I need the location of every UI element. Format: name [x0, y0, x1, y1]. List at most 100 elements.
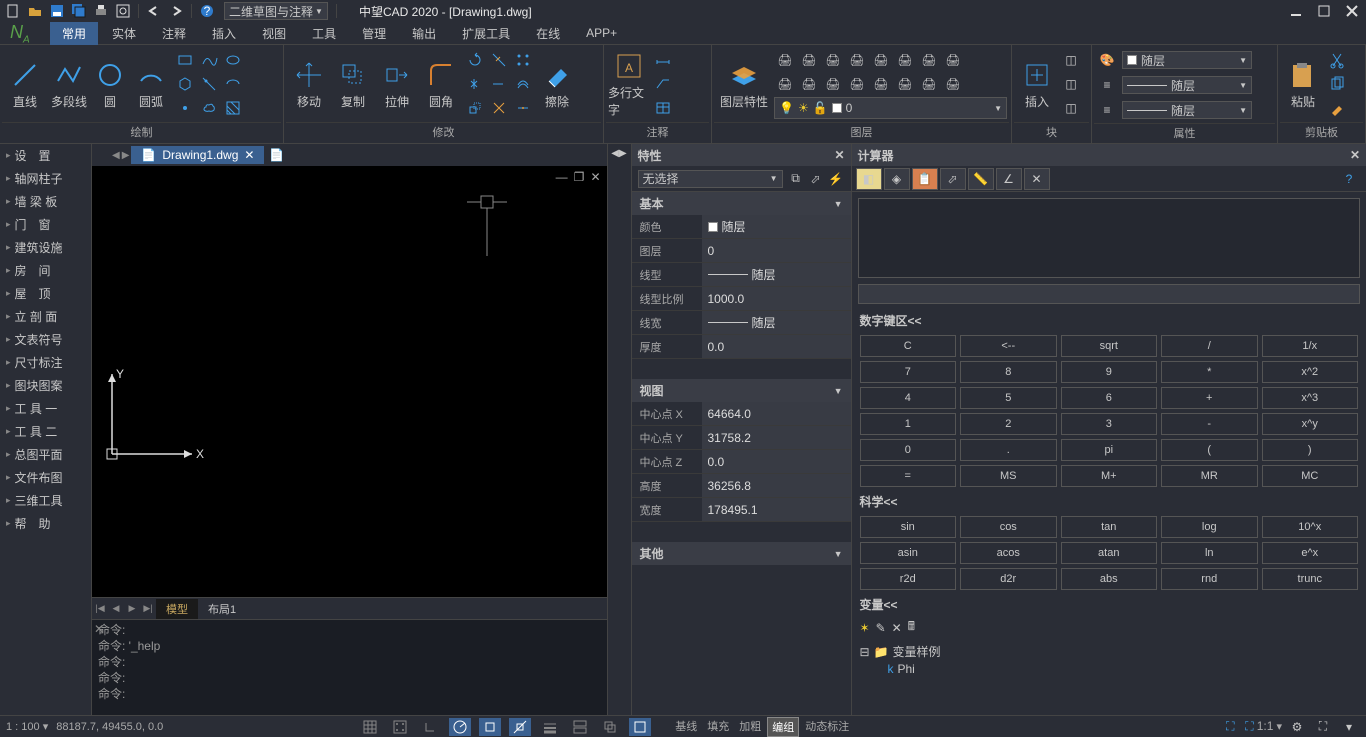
- menu-item-7[interactable]: 输出: [400, 22, 448, 45]
- trim-icon[interactable]: [488, 49, 510, 71]
- calc-key[interactable]: 5: [960, 387, 1057, 409]
- calc-getangle-icon[interactable]: ∠: [996, 168, 1022, 190]
- menu-item-0[interactable]: 常用: [50, 22, 98, 45]
- undo-icon[interactable]: [145, 2, 163, 20]
- open-icon[interactable]: [26, 2, 44, 20]
- customize-icon[interactable]: ▾: [1338, 718, 1360, 736]
- properties-nav-handle[interactable]: ◀▶: [607, 144, 631, 715]
- insert-block-button[interactable]: 插入: [1016, 49, 1058, 119]
- calc-sci-section[interactable]: 科学<<: [852, 491, 1366, 512]
- tab-close-icon[interactable]: ✕: [244, 148, 254, 162]
- layout-tab[interactable]: 模型: [156, 599, 198, 619]
- calc-key[interactable]: 3: [1061, 413, 1158, 435]
- leader-icon[interactable]: [652, 73, 674, 95]
- mdi-restore-icon[interactable]: ❐: [574, 170, 585, 184]
- calc-key[interactable]: 8: [960, 361, 1057, 383]
- create-block-icon[interactable]: ◫: [1060, 49, 1082, 71]
- join-icon[interactable]: [512, 97, 534, 119]
- left-panel-item[interactable]: 帮 助: [0, 512, 91, 535]
- mdi-minimize-icon[interactable]: —: [556, 170, 568, 184]
- layer-f-icon[interactable]: 🖨: [894, 73, 916, 95]
- calc-key[interactable]: 1: [860, 413, 957, 435]
- calc-key[interactable]: MC: [1262, 465, 1359, 487]
- status-mode-toggle[interactable]: 动态标注: [801, 717, 853, 737]
- explode-icon[interactable]: [488, 97, 510, 119]
- calc-key[interactable]: 2: [960, 413, 1057, 435]
- color-selector[interactable]: 随层▼: [1122, 51, 1252, 69]
- hexagon-icon[interactable]: [174, 73, 196, 95]
- copy-clip-icon[interactable]: [1326, 73, 1348, 95]
- rectangle-icon[interactable]: [174, 49, 196, 71]
- left-panel-item[interactable]: 文件布图: [0, 466, 91, 489]
- polar-toggle-icon[interactable]: [449, 718, 471, 736]
- calc-key[interactable]: tan: [1061, 516, 1158, 538]
- calc-key[interactable]: ): [1262, 439, 1359, 461]
- properties-close-icon[interactable]: ✕: [834, 148, 844, 162]
- calc-key[interactable]: trunc: [1262, 568, 1359, 590]
- point-icon[interactable]: [174, 97, 196, 119]
- layer-lock-icon[interactable]: 🖨: [822, 49, 844, 71]
- calc-key[interactable]: x^y: [1262, 413, 1359, 435]
- var-tree-item[interactable]: kPhi: [860, 661, 1359, 677]
- calc-key[interactable]: (: [1161, 439, 1258, 461]
- snap-toggle-icon[interactable]: [389, 718, 411, 736]
- layer-thaw-icon[interactable]: 🖨: [894, 49, 916, 71]
- prop-value[interactable]: 31758.2: [702, 426, 851, 449]
- calc-key[interactable]: 0: [860, 439, 957, 461]
- arc-button[interactable]: 圆弧: [130, 49, 172, 119]
- calc-paste-icon[interactable]: 📋: [912, 168, 938, 190]
- help-icon[interactable]: ?: [198, 2, 216, 20]
- status-mode-toggle[interactable]: 编组: [767, 717, 799, 737]
- line-button[interactable]: 直线: [4, 49, 46, 119]
- calc-key[interactable]: -: [1161, 413, 1258, 435]
- calc-key[interactable]: /: [1161, 335, 1258, 357]
- menu-item-10[interactable]: APP+: [574, 23, 629, 43]
- edit-block-icon[interactable]: ◫: [1060, 73, 1082, 95]
- layout-prev-icon[interactable]: ◀: [108, 600, 124, 618]
- rotate-icon[interactable]: [464, 49, 486, 71]
- polyline-button[interactable]: 多段线: [48, 49, 90, 119]
- layout-last-icon[interactable]: ▶|: [140, 600, 156, 618]
- layer-h-icon[interactable]: 🖨: [942, 73, 964, 95]
- calc-getpoint-icon[interactable]: ⬀: [940, 168, 966, 190]
- left-panel-item[interactable]: 墙 梁 板: [0, 190, 91, 213]
- calc-key[interactable]: acos: [960, 542, 1057, 564]
- lineweight-icon[interactable]: ≡: [1096, 99, 1118, 121]
- linetype-selector[interactable]: 随层▼: [1122, 76, 1252, 94]
- new-tab-button[interactable]: 📄: [266, 146, 286, 164]
- array-icon[interactable]: [512, 49, 534, 71]
- calc-key[interactable]: cos: [960, 516, 1057, 538]
- calc-num-section[interactable]: 数字键区<<: [852, 310, 1366, 331]
- dimension-icon[interactable]: [652, 49, 674, 71]
- layout-next-icon[interactable]: ▶: [124, 600, 140, 618]
- mdi-close-icon[interactable]: ✕: [590, 170, 600, 184]
- calc-help-icon[interactable]: ?: [1336, 168, 1362, 190]
- calc-key[interactable]: x^3: [1262, 387, 1359, 409]
- xline-icon[interactable]: [198, 73, 220, 95]
- calc-key[interactable]: 7: [860, 361, 957, 383]
- layout-tab[interactable]: 布局1: [198, 599, 246, 619]
- left-panel-item[interactable]: 轴网柱子: [0, 167, 91, 190]
- layer-iso-icon[interactable]: 🖨: [846, 49, 868, 71]
- left-panel-item[interactable]: 总图平面: [0, 443, 91, 466]
- calc-key[interactable]: +: [1161, 387, 1258, 409]
- matchprop-icon[interactable]: [1326, 97, 1348, 119]
- lineweight-selector[interactable]: 随层▼: [1122, 101, 1252, 119]
- layout-first-icon[interactable]: |◀: [92, 600, 108, 618]
- erase-button[interactable]: 擦除: [536, 49, 578, 119]
- layer-freeze-icon[interactable]: 🖨: [798, 49, 820, 71]
- paste-button[interactable]: 粘贴: [1282, 49, 1324, 119]
- left-panel-item[interactable]: 建筑设施: [0, 236, 91, 259]
- anno-visibility-icon[interactable]: ⛶: [1219, 718, 1241, 736]
- tabs-nav-left-icon[interactable]: ◀: [112, 150, 120, 161]
- lwt-toggle-icon[interactable]: [539, 718, 561, 736]
- calc-key[interactable]: e^x: [1262, 542, 1359, 564]
- calc-key[interactable]: 6: [1061, 387, 1158, 409]
- prop-value[interactable]: 随层: [702, 215, 851, 238]
- model-toggle-icon[interactable]: [629, 718, 651, 736]
- layer-on-icon[interactable]: 🖨: [870, 49, 892, 71]
- hatch-icon[interactable]: [222, 97, 244, 119]
- layer-properties-button[interactable]: 图层特性: [716, 49, 772, 119]
- left-panel-item[interactable]: 尺寸标注: [0, 351, 91, 374]
- scale-display[interactable]: 1 : 100 ▾: [6, 720, 48, 733]
